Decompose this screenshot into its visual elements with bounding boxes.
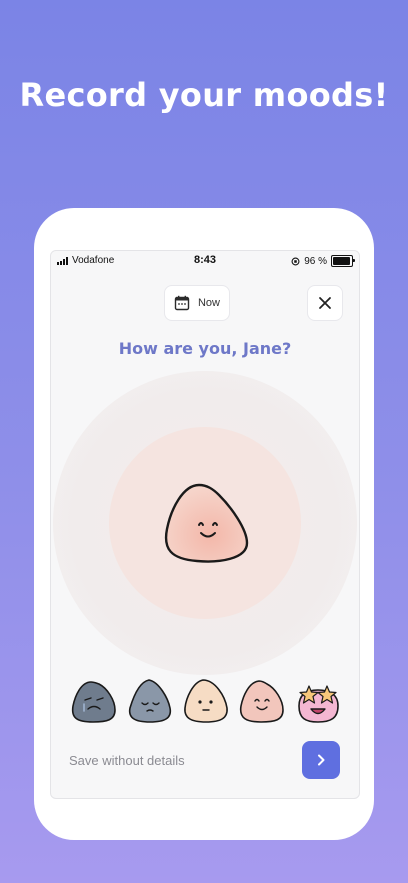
selected-mood-face	[164, 483, 249, 563]
mood-amazing-face[interactable]	[293, 676, 343, 726]
mood-question: How are you, Jane?	[118, 339, 292, 358]
chevron-right-icon	[318, 754, 325, 766]
close-button[interactable]	[307, 285, 343, 321]
date-label: Now	[197, 297, 220, 309]
date-picker-button[interactable]: Now	[164, 285, 230, 321]
mood-sad-face[interactable]	[125, 676, 175, 726]
promo-headline: Record your moods!	[19, 76, 389, 114]
mood-happy-face[interactable]	[237, 676, 287, 726]
orientation-lock-icon	[291, 257, 300, 265]
mood-awful-face[interactable]	[69, 676, 119, 726]
battery-percent: 96 %	[304, 255, 327, 267]
mood-selector	[69, 676, 345, 728]
close-icon	[319, 297, 331, 309]
app-screen: Vodafone 8:43 96 % Now How are you, Jane…	[50, 250, 360, 799]
save-without-details-link[interactable]: Save without details	[69, 753, 185, 768]
status-bar: Vodafone 8:43 96 %	[51, 251, 359, 271]
calendar-icon	[174, 295, 190, 311]
mood-neutral-face[interactable]	[181, 676, 231, 726]
next-button[interactable]	[302, 741, 340, 779]
battery-icon	[331, 255, 355, 267]
